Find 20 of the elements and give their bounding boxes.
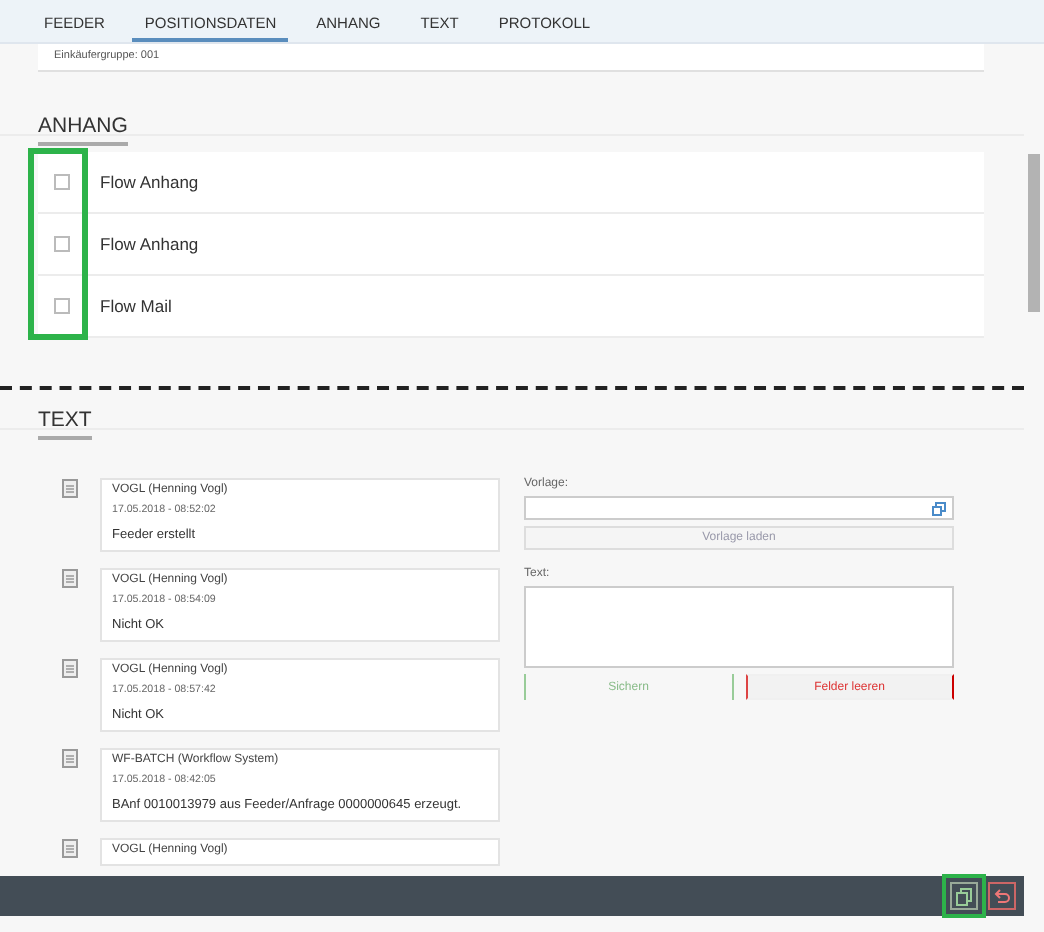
attachment-label: Flow Mail [100, 296, 172, 316]
document-icon [62, 478, 78, 498]
checkbox[interactable] [54, 174, 70, 190]
attachment-label: Flow Anhang [100, 172, 199, 192]
checkbox[interactable] [54, 298, 70, 314]
document-icon [62, 838, 78, 858]
undo-icon [994, 888, 1010, 904]
document-icon [62, 748, 78, 768]
template-field[interactable] [524, 496, 954, 520]
section-heading: ANHANG [38, 114, 128, 146]
text-area[interactable] [524, 586, 954, 668]
attachment-label: Flow Anhang [100, 234, 199, 254]
copy-icon [956, 887, 972, 905]
section-heading: TEXT [38, 408, 92, 440]
document-icon [62, 568, 78, 588]
checkbox[interactable] [54, 236, 70, 252]
value-help-icon[interactable] [932, 501, 946, 515]
undo-button[interactable] [988, 882, 1016, 910]
scrollbar[interactable] [1028, 154, 1040, 312]
document-icon [62, 658, 78, 678]
